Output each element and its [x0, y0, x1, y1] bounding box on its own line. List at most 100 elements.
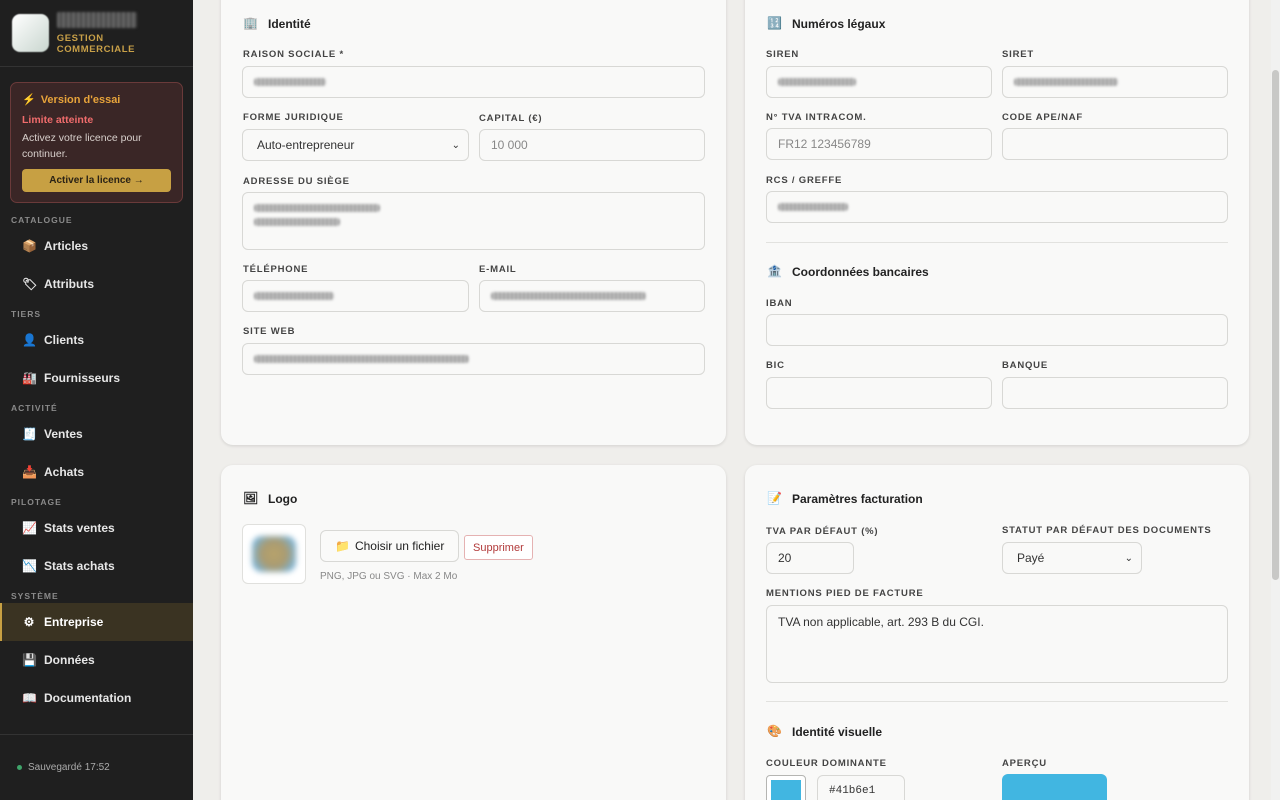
couleur-hex-value: #41b6e1 — [829, 785, 876, 797]
logo-title: Logo — [268, 491, 298, 506]
ape-field[interactable] — [1002, 128, 1228, 160]
chart-up-icon: 📈 — [22, 521, 37, 535]
logo-preview — [242, 524, 306, 584]
box-icon: 📦 — [22, 239, 37, 253]
email-field[interactable] — [479, 280, 705, 312]
tva-intracom-placeholder: FR12 123456789 — [778, 137, 871, 151]
nav-label: Ventes — [44, 427, 83, 441]
tva-intracom-label: N° TVA INTRACOM. — [766, 112, 867, 123]
iban-field[interactable] — [766, 314, 1228, 346]
trial-limit: Limite atteinte — [22, 114, 94, 126]
rcs-label: RCS / GREFFE — [766, 175, 843, 186]
chevron-down-icon: ⌄ — [451, 140, 460, 151]
capital-placeholder: 10 000 — [491, 138, 528, 152]
sidebar: GESTION COMMERCIALE ⚡ Version d'essai Li… — [0, 0, 193, 800]
couleur-hex-field[interactable]: #41b6e1 — [817, 775, 905, 800]
site-web-field[interactable] — [242, 343, 705, 375]
nav-label: Données — [44, 653, 95, 667]
activate-license-button[interactable]: Activer la licence → — [22, 169, 171, 192]
mentions-value: TVA non applicable, art. 293 B du CGI. — [778, 615, 984, 629]
brand-name — [56, 11, 137, 28]
tva-intracom-field[interactable]: FR12 123456789 — [766, 128, 992, 160]
tva-default-label: TVA PAR DÉFAUT (%) — [766, 526, 879, 537]
nav-label: Stats ventes — [44, 521, 115, 535]
nav-item-clients[interactable]: 👤 Clients — [0, 321, 193, 359]
identity-card: 🏢 Identité RAISON SOCIALE * FORME JURIDI… — [221, 0, 726, 445]
receipt-icon: 🧾 — [22, 427, 37, 441]
nav-item-entreprise[interactable]: ⚙ Entreprise — [0, 603, 193, 641]
raison-sociale-field[interactable] — [242, 66, 705, 98]
nav-label: Documentation — [44, 691, 132, 705]
tag-icon: 🏷 — [22, 277, 38, 291]
banque-label: BANQUE — [1002, 360, 1048, 371]
statut-default-select[interactable]: Payé ⌄ — [1002, 542, 1142, 574]
color-picker[interactable] — [766, 775, 806, 800]
siren-label: SIREN — [766, 49, 800, 60]
save-status-text: Sauvegardé 17:52 — [28, 762, 110, 773]
scrollbar[interactable] — [1271, 0, 1280, 800]
tva-default-field[interactable]: 20 — [766, 542, 854, 574]
bank-title: Coordonnées bancaires — [792, 264, 929, 279]
inbox-icon: 📥 — [22, 465, 37, 479]
brand-logo — [12, 14, 49, 52]
user-icon: 👤 — [22, 333, 37, 347]
nav-item-stats-achats[interactable]: 📉 Stats achats — [0, 547, 193, 585]
capital-field[interactable]: 10 000 — [479, 129, 705, 161]
nav-section-tiers: TIERS — [11, 309, 42, 319]
book-icon: 📖 — [22, 691, 37, 705]
adresse-label: ADRESSE DU SIÈGE — [243, 176, 350, 187]
nav-label: Attributs — [44, 277, 94, 291]
couleur-label: COULEUR DOMINANTE — [766, 758, 887, 769]
chart-down-icon: 📉 — [22, 559, 37, 573]
nav-item-stats-ventes[interactable]: 📈 Stats ventes — [0, 509, 193, 547]
choose-file-label: Choisir un fichier — [354, 539, 445, 553]
billing-card: 📝 Paramètres facturation TVA PAR DÉFAUT … — [745, 465, 1249, 800]
site-web-label: SITE WEB — [243, 326, 296, 337]
siret-label: SIRET — [1002, 49, 1034, 60]
logo-image — [252, 536, 296, 572]
capital-label: CAPITAL (€) — [479, 113, 543, 124]
nav-section-pilotage: PILOTAGE — [11, 497, 62, 507]
nav-item-fournisseurs[interactable]: 🏭 Fournisseurs — [0, 359, 193, 397]
mentions-field[interactable]: TVA non applicable, art. 293 B du CGI. — [766, 605, 1228, 683]
billing-title: Paramètres facturation — [792, 491, 923, 506]
forme-juridique-select[interactable]: Auto-entrepreneur ⌄ — [242, 129, 469, 161]
banque-field[interactable] — [1002, 377, 1228, 409]
divider — [766, 242, 1228, 243]
bic-label: BIC — [766, 360, 785, 371]
statut-default-label: STATUT PAR DÉFAUT DES DOCUMENTS — [1002, 525, 1212, 536]
scrollbar-thumb[interactable] — [1272, 70, 1279, 580]
adresse-field[interactable] — [242, 192, 705, 250]
gear-icon: ⚙ — [23, 615, 35, 629]
bic-field[interactable] — [766, 377, 992, 409]
nav-label: Fournisseurs — [44, 371, 121, 385]
chevron-down-icon: ⌄ — [1124, 553, 1133, 564]
lightning-icon: ⚡ — [22, 94, 36, 106]
floppy-disk-icon: 💾 — [22, 653, 37, 667]
nav-item-donnees[interactable]: 💾 Données — [0, 641, 193, 679]
factory-icon: 🏭 — [22, 371, 37, 385]
nav-item-ventes[interactable]: 🧾 Ventes — [0, 415, 193, 453]
nav-item-articles[interactable]: 📦 Articles — [0, 227, 193, 265]
nav-section-systeme: SYSTÈME — [11, 591, 59, 601]
legal-card: 🔢 Numéros légaux SIREN SIRET N° TVA INTR… — [745, 0, 1249, 445]
identity-title: Identité — [268, 16, 311, 31]
ape-label: CODE APE/NAF — [1002, 112, 1084, 123]
choose-file-button[interactable]: 📁 Choisir un fichier — [320, 530, 460, 562]
nav-item-attributs[interactable]: 🏷 Attributs — [0, 265, 193, 303]
siret-field[interactable] — [1002, 66, 1228, 98]
nav-item-documentation[interactable]: 📖 Documentation — [0, 679, 193, 717]
iban-label: IBAN — [766, 298, 793, 309]
folder-icon: 📁 — [335, 539, 350, 553]
telephone-field[interactable] — [242, 280, 469, 312]
color-swatch — [771, 780, 801, 800]
color-preview — [1002, 774, 1107, 800]
nav-item-achats[interactable]: 📥 Achats — [0, 453, 193, 491]
bank-icon: 🏦 — [767, 264, 782, 278]
rcs-field[interactable] — [766, 191, 1228, 223]
delete-logo-button[interactable]: Supprimer — [464, 535, 533, 560]
siren-field[interactable] — [766, 66, 992, 98]
save-status: Sauvegardé 17:52 — [0, 734, 193, 800]
forme-juridique-value: Auto-entrepreneur — [257, 138, 355, 152]
nav-label: Entreprise — [44, 615, 104, 629]
